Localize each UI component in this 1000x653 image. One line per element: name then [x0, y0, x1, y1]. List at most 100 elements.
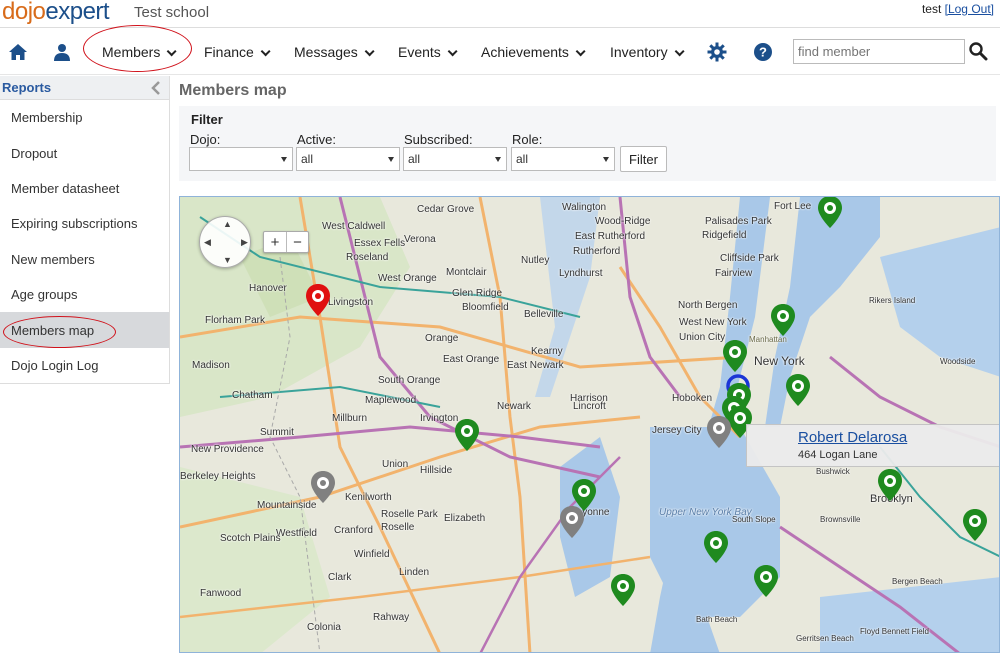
- map-label: Bushwick: [816, 467, 850, 476]
- school-name: Test school: [134, 4, 210, 21]
- logo-dojo-text: dojo: [2, 0, 46, 25]
- nav-messages[interactable]: Messages: [294, 44, 375, 60]
- member-search-input[interactable]: [794, 40, 964, 63]
- settings-gear-icon[interactable]: [706, 41, 728, 63]
- map-label: Wood-Ridge: [595, 216, 651, 227]
- map-label: Gerritsen Beach: [796, 634, 854, 643]
- nav-finance[interactable]: Finance: [204, 44, 271, 60]
- member-search-field[interactable]: [793, 39, 965, 64]
- sidebar-item-members-map[interactable]: Members map: [0, 312, 169, 348]
- map-label: West Caldwell: [322, 221, 386, 232]
- map-label: Union City: [679, 332, 726, 343]
- member-marker[interactable]: [703, 530, 729, 564]
- map-label: Millburn: [332, 413, 368, 424]
- map-label: Cliffside Park: [720, 253, 779, 264]
- zoom-out-button[interactable]: −: [286, 232, 308, 252]
- map-label: Rikers Island: [869, 296, 916, 305]
- nav-members-label: Members: [102, 44, 161, 60]
- pan-up-icon[interactable]: ▲: [223, 219, 232, 229]
- pan-left-icon[interactable]: ◀: [204, 237, 211, 248]
- map-label: East Orange: [443, 354, 500, 365]
- map-label: Jersey City: [652, 425, 702, 436]
- sidebar-item-dojo-login-log[interactable]: Dojo Login Log: [0, 348, 169, 383]
- app-logo[interactable]: dojoexpert: [2, 0, 110, 26]
- member-name-link[interactable]: Robert Delarosa: [798, 429, 907, 446]
- member-marker[interactable]: [770, 303, 796, 337]
- map-label: Orange: [425, 333, 459, 344]
- inactive-member-marker[interactable]: [706, 415, 732, 449]
- nav-achievements[interactable]: Achievements: [481, 44, 586, 60]
- sidebar-item-age-groups[interactable]: Age groups: [0, 277, 169, 312]
- filter-panel: Filter Dojo: Active: all Subscribed: all…: [179, 106, 996, 181]
- subscribed-select[interactable]: all: [403, 147, 507, 171]
- map-label: Berkeley Heights: [180, 471, 256, 482]
- map-label: Livingston: [328, 297, 374, 308]
- dropdown-arrow-icon: [603, 157, 609, 162]
- map-label: Lyndhurst: [559, 268, 603, 279]
- map-label: Summit: [260, 427, 294, 438]
- map-label: Chatham: [232, 390, 273, 401]
- map-label: Roselle: [381, 522, 415, 533]
- map-label: Winfield: [354, 549, 390, 560]
- search-icon[interactable]: [968, 41, 990, 63]
- member-marker[interactable]: [877, 468, 903, 502]
- sidebar-item-membership[interactable]: Membership: [0, 100, 169, 135]
- pan-down-icon[interactable]: ▼: [223, 255, 232, 265]
- pan-right-icon[interactable]: ▶: [241, 237, 248, 248]
- dropdown-arrow-icon: [281, 157, 287, 162]
- member-marker[interactable]: [785, 373, 811, 407]
- map-label: Hillside: [420, 465, 453, 476]
- inactive-member-marker[interactable]: [559, 505, 585, 539]
- map-label: Brownsville: [820, 515, 861, 524]
- member-marker[interactable]: [817, 196, 843, 229]
- map-label: Rutherford: [573, 246, 621, 257]
- map-label: Newark: [497, 401, 531, 412]
- map-pan-control[interactable]: ▲ ▼ ◀ ▶: [199, 216, 251, 268]
- dojo-select[interactable]: [189, 147, 293, 171]
- member-marker[interactable]: [962, 508, 988, 542]
- active-select[interactable]: all: [296, 147, 400, 171]
- user-profile-icon[interactable]: [51, 41, 73, 63]
- map-label: New Providence: [191, 444, 264, 455]
- dojo-location-marker[interactable]: [305, 283, 331, 317]
- role-select[interactable]: all: [511, 147, 615, 171]
- map-label: Walington: [562, 202, 607, 213]
- nav-achievements-label: Achievements: [481, 44, 569, 60]
- sidebar-item-new-members[interactable]: New members: [0, 242, 169, 277]
- map-label: Scotch Plains: [220, 533, 281, 544]
- username: test: [921, 2, 942, 16]
- sidebar-item-expiring-subscriptions[interactable]: Expiring subscriptions: [0, 206, 169, 241]
- home-icon[interactable]: [7, 41, 29, 63]
- inactive-member-marker[interactable]: [310, 470, 336, 504]
- map-label: Irvington: [420, 413, 459, 424]
- nav-events[interactable]: Events: [398, 44, 458, 60]
- map-label: Westfield: [276, 528, 317, 539]
- member-marker[interactable]: [454, 418, 480, 452]
- subscribed-filter-label: Subscribed:: [404, 132, 473, 147]
- member-address: 464 Logan Lane: [798, 449, 878, 461]
- members-map[interactable]: West Caldwell Cedar Grove Walington Wood…: [179, 196, 1000, 653]
- zoom-in-button[interactable]: +: [264, 232, 286, 252]
- map-label: Fort Lee: [774, 201, 812, 212]
- svg-text:?: ?: [759, 45, 767, 60]
- collapse-chevron-icon[interactable]: [149, 80, 163, 96]
- chevron-down-icon: [364, 46, 375, 57]
- map-label: East Newark: [507, 360, 564, 371]
- role-filter-label: Role:: [512, 132, 543, 147]
- filter-button[interactable]: Filter: [620, 146, 667, 172]
- help-icon[interactable]: ?: [752, 41, 774, 63]
- map-label: Maplewood: [365, 395, 417, 406]
- logout-link[interactable]: [Log Out]: [945, 2, 994, 16]
- sidebar-item-member-datasheet[interactable]: Member datasheet: [0, 171, 169, 206]
- member-marker[interactable]: [753, 564, 779, 598]
- map-label: Mountainside: [257, 500, 317, 511]
- map-label: West New York: [679, 317, 747, 328]
- sidebar-item-dropout[interactable]: Dropout: [0, 135, 169, 170]
- page-title: Members map: [179, 82, 287, 99]
- member-marker[interactable]: [722, 339, 748, 373]
- map-label: Cedar Grove: [417, 204, 475, 215]
- nav-finance-label: Finance: [204, 44, 254, 60]
- nav-inventory[interactable]: Inventory: [610, 44, 685, 60]
- member-marker[interactable]: [610, 573, 636, 607]
- nav-members[interactable]: Members: [102, 44, 177, 60]
